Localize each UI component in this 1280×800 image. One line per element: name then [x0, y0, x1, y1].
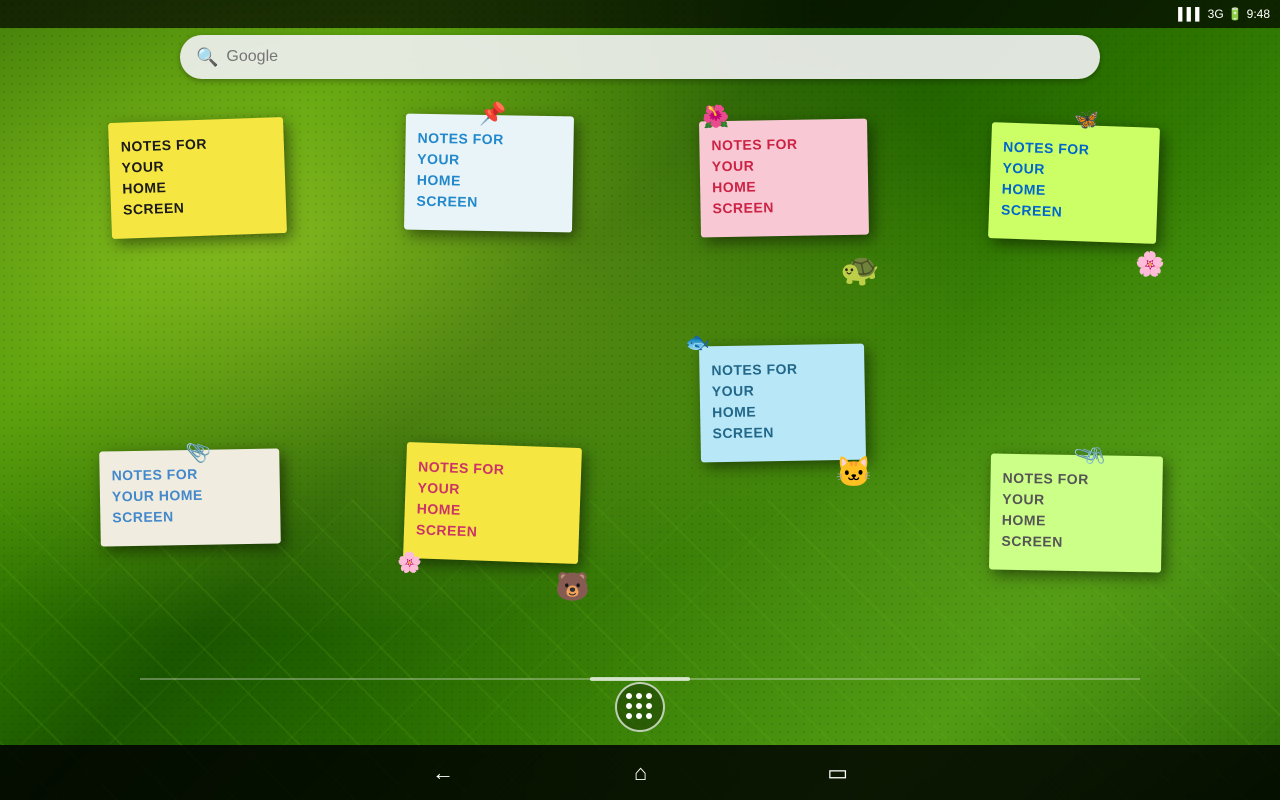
note-text-5: NOTES FOR YOUR HOME SCREEN	[416, 456, 570, 545]
sticky-note-3[interactable]: NOTES FOR YOUR HOME SCREEN	[988, 122, 1160, 244]
sticky-note-1[interactable]: NOTES FOR YOUR HOME SCREEN	[404, 114, 574, 233]
search-icon: 🔍	[196, 47, 218, 68]
sticky-note-2[interactable]: NOTES FOR YOUR HOME SCREEN	[699, 119, 869, 238]
nav-bar: ← ⌂ ▭	[0, 745, 1280, 800]
dot	[626, 703, 632, 709]
note-decoration-2: 🌺	[702, 104, 729, 130]
dot	[646, 693, 652, 699]
dot	[646, 703, 652, 709]
page-indicator	[140, 678, 1140, 680]
search-input[interactable]	[226, 48, 1084, 66]
note-decoration-5: 🌸	[397, 550, 422, 575]
status-bar: ▌▌▌ 3G 🔋 9:48	[0, 0, 1280, 28]
note-text-4: NOTES FOR YOUR HOME SCREEN	[111, 463, 268, 529]
sticky-note-5[interactable]: NOTES FOR YOUR HOME SCREEN	[403, 442, 582, 564]
sticker-2: 🐻	[555, 570, 590, 603]
note-text-0: NOTES FOR YOUR HOME SCREEN	[121, 131, 275, 220]
time-label: 9:48	[1247, 7, 1270, 21]
battery-icon: 🔋	[1228, 7, 1243, 21]
recent-button[interactable]: ▭	[827, 760, 848, 786]
back-button[interactable]: ←	[432, 760, 454, 786]
white-note-clip: 📎	[185, 443, 207, 464]
dot	[636, 713, 642, 719]
note-text-2: NOTES FOR YOUR HOME SCREEN	[711, 133, 856, 220]
search-bar[interactable]: 🔍	[180, 35, 1100, 79]
signal-icon: ▌▌▌	[1178, 7, 1204, 21]
note-decoration-3: 🦋	[1074, 107, 1099, 132]
note-decoration-6: 🐟	[685, 330, 710, 355]
dot	[626, 693, 632, 699]
note-text-6: NOTES FOR YOUR HOME SCREEN	[711, 358, 853, 444]
home-button[interactable]: ⌂	[634, 760, 647, 786]
note-text-3: NOTES FOR YOUR HOME SCREEN	[1001, 137, 1148, 226]
sticky-note-7[interactable]: NOTES FOR YOUR HOME SCREEN	[989, 454, 1163, 573]
sticker-0: 🐢	[840, 250, 880, 288]
note-decoration-1: 📌	[479, 101, 506, 127]
dot	[646, 713, 652, 719]
note-text-7: NOTES FOR YOUR HOME SCREEN	[1001, 468, 1150, 555]
status-icons: ▌▌▌ 3G 🔋 9:48	[1178, 7, 1270, 21]
sticker-1: 🐱	[835, 455, 872, 490]
sticky-note-0[interactable]: NOTES FOR YOUR HOME SCREEN	[108, 117, 287, 239]
dot	[636, 703, 642, 709]
signal-label: 3G	[1208, 7, 1224, 21]
note-text-1: NOTES FOR YOUR HOME SCREEN	[416, 128, 561, 215]
sticker-3: 🌸	[1135, 250, 1165, 279]
dot	[626, 713, 632, 719]
dots-grid	[626, 693, 654, 721]
sticky-note-6[interactable]: NOTES FOR YOUR HOME SCREEN	[699, 344, 866, 463]
green-note-clip: 🖇️	[1085, 446, 1105, 466]
dot	[636, 693, 642, 699]
app-drawer-button[interactable]	[615, 682, 665, 732]
